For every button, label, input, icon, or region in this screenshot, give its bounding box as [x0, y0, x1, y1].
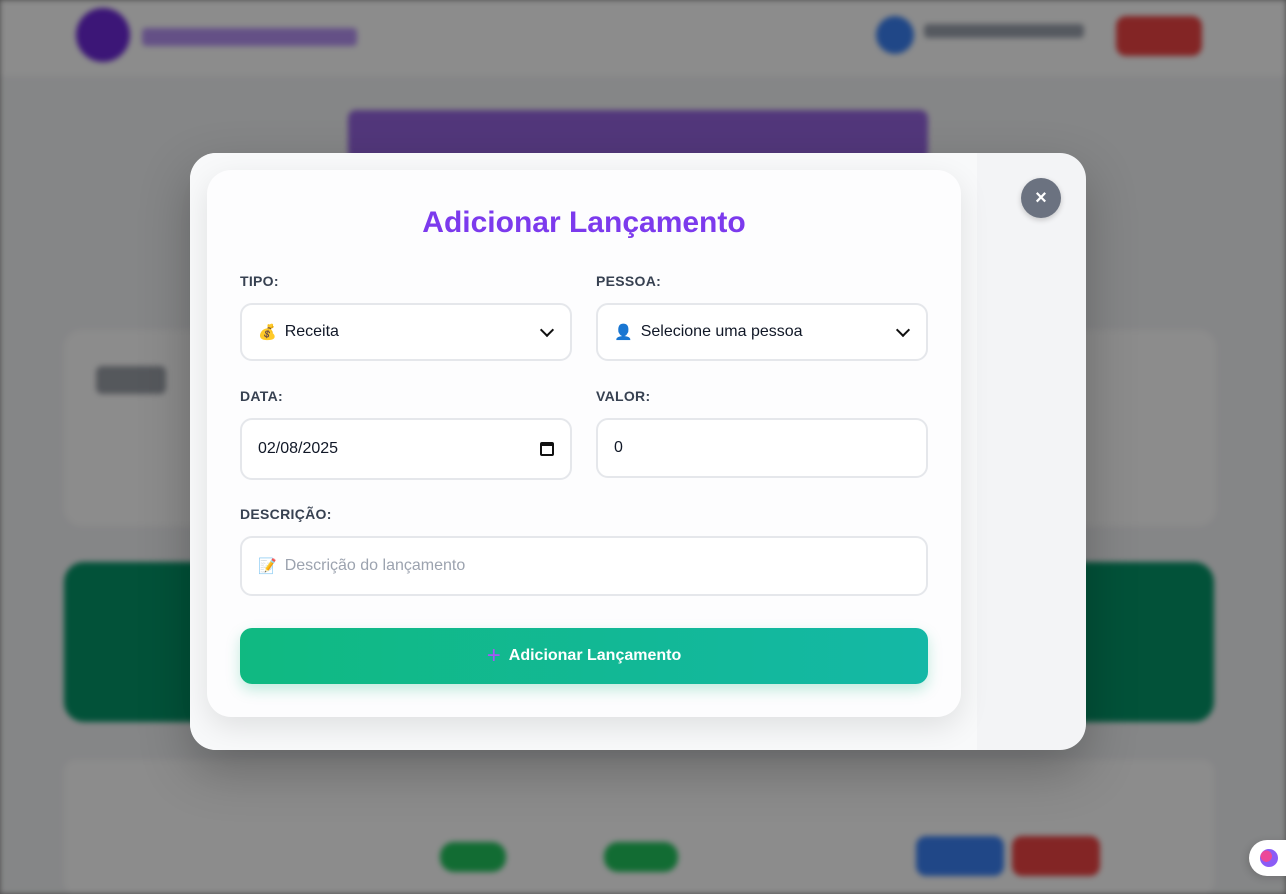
data-label: DATA:	[240, 388, 283, 404]
add-entry-button[interactable]: + Adicionar Lançamento	[240, 628, 928, 684]
chevron-down-icon	[539, 322, 555, 337]
descricao-placeholder: Descrição do lançamento	[284, 557, 466, 574]
pessoa-label: PESSOA:	[596, 273, 662, 289]
tipo-select-value: Receita	[284, 323, 339, 340]
date-input[interactable]: 02/08/2025	[240, 418, 572, 480]
plus-icon: +	[486, 642, 501, 669]
calendar-icon[interactable]	[540, 442, 554, 456]
modal-title: Adicionar Lançamento	[422, 206, 746, 239]
date-input-value: 02/08/2025	[258, 440, 339, 457]
memo-icon: 📝	[258, 558, 277, 575]
add-entry-button-label: Adicionar Lançamento	[508, 647, 682, 664]
close-icon: ×	[1035, 186, 1047, 209]
valor-input[interactable]: 0	[596, 418, 928, 478]
pessoa-select[interactable]: 👤 Selecione uma pessoa	[596, 303, 928, 361]
add-entry-form: Adicionar Lançamento TIPO: 💰 Receita PES…	[207, 170, 961, 717]
valor-label: VALOR:	[596, 388, 651, 404]
tipo-label: TIPO:	[240, 273, 279, 289]
brain-icon	[1260, 849, 1278, 867]
descricao-label: DESCRIÇÃO:	[240, 506, 332, 522]
descricao-input[interactable]: 📝 Descrição do lançamento	[240, 536, 928, 596]
close-button[interactable]: ×	[1021, 178, 1061, 218]
chevron-down-icon	[895, 322, 911, 337]
money-bag-icon: 💰	[258, 324, 277, 341]
pessoa-select-value: Selecione uma pessoa	[640, 323, 803, 340]
valor-input-value: 0	[614, 439, 623, 456]
assistant-widget-button[interactable]	[1249, 840, 1286, 876]
tipo-select[interactable]: 💰 Receita	[240, 303, 572, 361]
person-icon: 👤	[614, 324, 633, 341]
